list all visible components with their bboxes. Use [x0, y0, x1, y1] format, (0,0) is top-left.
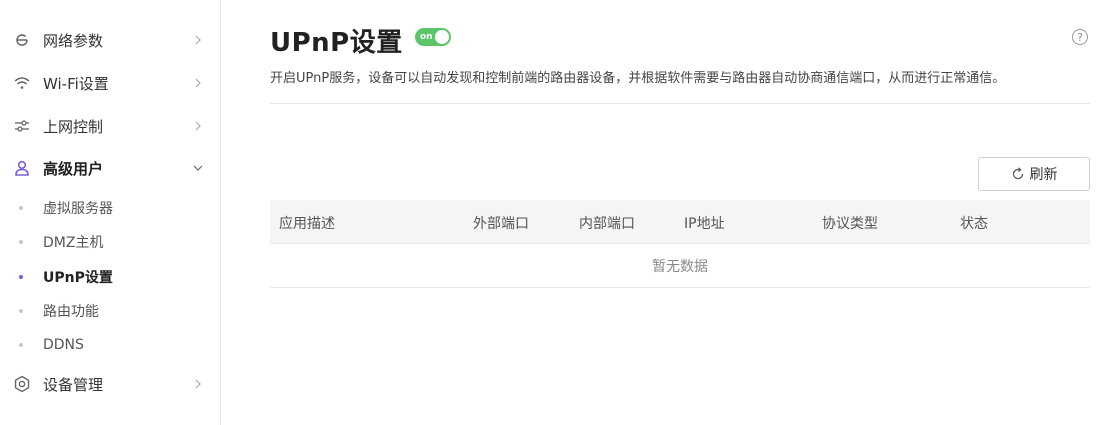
- help-icon[interactable]: ?: [1072, 29, 1088, 45]
- column-header-ip-address: IP地址: [684, 216, 725, 232]
- sidebar-item-network[interactable]: 网络参数: [0, 20, 220, 60]
- bullet-dot: [19, 240, 23, 244]
- refresh-label: 刷新: [1029, 167, 1058, 183]
- sidebar-subitem-virtual-server[interactable]: 虚拟服务器: [0, 191, 220, 225]
- sidebar-item-label: 高级用户: [43, 159, 104, 178]
- user-icon: [13, 159, 31, 177]
- sidebar-item-wifi[interactable]: Wi-Fi设置: [0, 63, 220, 103]
- sidebar-subitem-label: 虚拟服务器: [43, 201, 113, 217]
- table-header: 应用描述 外部端口 内部端口 IP地址 协议类型 状态: [270, 200, 1090, 244]
- page-title: UPnP设置: [270, 28, 403, 58]
- refresh-icon: [1012, 167, 1023, 180]
- sliders-icon: [13, 117, 31, 135]
- column-header-protocol: 协议类型: [822, 216, 878, 232]
- sidebar-item-device-management[interactable]: 设备管理: [0, 364, 220, 404]
- chevron-right-icon: [195, 379, 201, 389]
- column-header-external-port: 外部端口: [473, 216, 529, 232]
- sidebar-item-label: 上网控制: [43, 117, 104, 136]
- column-header-internal-port: 内部端口: [579, 216, 635, 232]
- page-description: 开启UPnP服务，设备可以自动发现和控制前端的路由器设备，并根据软件需要与路由器…: [270, 71, 1006, 86]
- divider: [270, 103, 1090, 104]
- sidebar-subitem-label: UPnP设置: [43, 270, 113, 286]
- column-header-description: 应用描述: [279, 216, 335, 232]
- sidebar-subitem-label: DDNS: [43, 337, 84, 353]
- sidebar: 网络参数 Wi-Fi设置 上网控制 高级用户 虚拟服务器 DMZ主机 UPnP设…: [0, 0, 221, 425]
- network-icon: [13, 31, 31, 49]
- table-empty-row: 暂无数据: [270, 244, 1090, 288]
- sidebar-subitem-dmz[interactable]: DMZ主机: [0, 225, 220, 259]
- sidebar-item-label: Wi-Fi设置: [43, 74, 109, 93]
- bullet-dot: [19, 343, 23, 347]
- chevron-down-icon: [193, 165, 203, 171]
- sidebar-subitem-ddns[interactable]: DDNS: [0, 328, 220, 362]
- chevron-right-icon: [195, 78, 201, 88]
- bullet-dot: [19, 275, 23, 279]
- sidebar-item-advanced[interactable]: 高级用户: [0, 148, 220, 188]
- column-header-status: 状态: [960, 216, 988, 232]
- chevron-right-icon: [195, 121, 201, 131]
- empty-state-text: 暂无数据: [652, 258, 708, 275]
- sidebar-subitem-label: DMZ主机: [43, 235, 104, 251]
- sidebar-item-label: 设备管理: [43, 375, 104, 394]
- sidebar-subitem-routing[interactable]: 路由功能: [0, 294, 220, 328]
- sidebar-subitem-upnp[interactable]: UPnP设置: [0, 260, 220, 294]
- wifi-icon: [13, 74, 31, 92]
- bullet-dot: [19, 309, 23, 313]
- sidebar-item-label: 网络参数: [43, 31, 104, 50]
- sidebar-item-access-control[interactable]: 上网控制: [0, 106, 220, 146]
- toggle-knob: [435, 30, 449, 44]
- bullet-dot: [19, 206, 23, 210]
- sidebar-subitem-label: 路由功能: [43, 304, 99, 320]
- chevron-right-icon: [195, 35, 201, 45]
- gear-icon: [13, 375, 31, 393]
- toggle-label: on: [420, 32, 433, 42]
- refresh-button[interactable]: 刷新: [978, 157, 1090, 191]
- upnp-toggle[interactable]: on: [415, 28, 451, 46]
- main-content: UPnP设置 on ? 开启UPnP服务，设备可以自动发现和控制前端的路由器设备…: [221, 0, 1106, 425]
